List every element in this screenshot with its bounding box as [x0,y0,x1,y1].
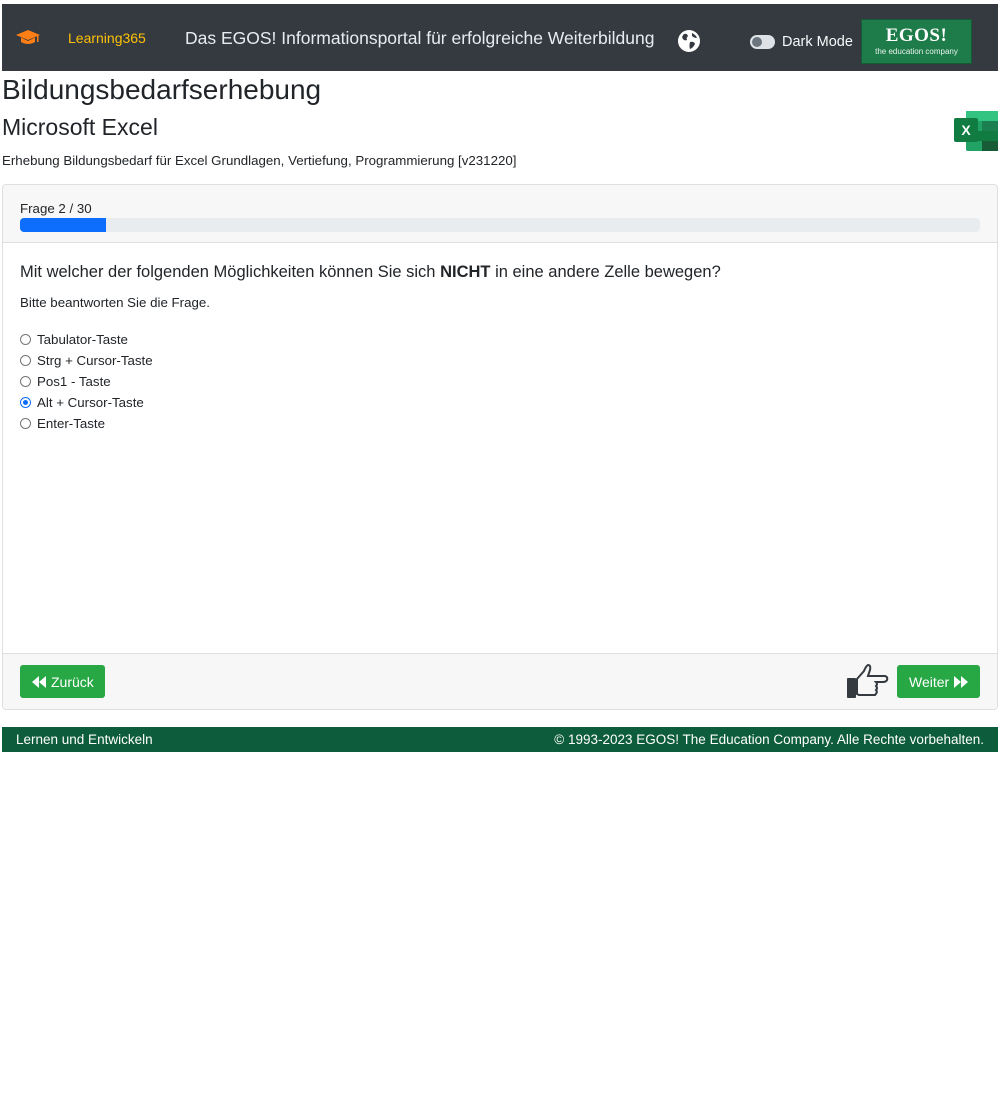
progress-track [20,218,980,232]
question-text-start: Mit welcher der folgenden Möglichkeiten … [20,263,441,281]
progress-bar [20,218,107,232]
card-header: Frage 2 / 30 [3,185,997,243]
toggle-knob [752,37,762,47]
answer-option[interactable]: Tabulator-Taste [20,329,153,350]
egos-logo[interactable]: EGOS! the education company [861,19,972,64]
graduation-cap-icon[interactable] [16,28,40,48]
question-text: Mit welcher der folgenden Möglichkeiten … [20,263,721,282]
answer-option[interactable]: Pos1 - Taste [20,371,153,392]
question-card: Frage 2 / 30 Mit welcher der folgenden M… [2,184,998,710]
globe-icon[interactable] [677,29,701,53]
svg-text:X: X [961,122,971,138]
logo-tagline: the education company [875,47,958,56]
page-title: Bildungsbedarfserhebung [2,74,322,105]
dark-mode-toggle[interactable] [750,35,775,49]
next-button[interactable]: Weiter [897,665,980,698]
page-footer: Lernen und Entwickeln © 1993-2023 EGOS! … [2,727,998,752]
answer-label[interactable]: Tabulator-Taste [37,332,128,347]
answer-options: Tabulator-Taste Strg + Cursor-Taste Pos1… [20,329,153,434]
radio-button[interactable] [20,418,31,429]
answer-label[interactable]: Pos1 - Taste [37,374,111,389]
question-counter: Frage 2 / 30 [20,201,92,216]
answer-option[interactable]: Enter-Taste [20,413,153,434]
answer-option[interactable]: Alt + Cursor-Taste [20,392,153,413]
top-navbar: Learning365 Das EGOS! Informationsportal… [2,4,998,71]
radio-button[interactable] [20,334,31,345]
radio-button[interactable] [20,355,31,366]
thumbs-up-pointing-icon [847,663,889,698]
footer-copyright: © 1993-2023 EGOS! The Education Company.… [554,732,984,747]
double-chevron-left-icon [32,675,46,688]
logo-main-text: EGOS! [885,25,948,46]
double-chevron-right-icon [954,675,969,688]
survey-description: Erhebung Bildungsbedarf für Excel Grundl… [2,153,517,168]
question-text-end: in eine andere Zelle bewegen? [490,263,721,281]
question-hint: Bitte beantworten Sie die Frage. [20,295,210,310]
answer-label[interactable]: Enter-Taste [37,416,105,431]
brand-link[interactable]: Learning365 [68,30,146,46]
dark-mode-label[interactable]: Dark Mode [782,34,853,50]
answer-label[interactable]: Alt + Cursor-Taste [37,395,144,410]
answer-label[interactable]: Strg + Cursor-Taste [37,353,153,368]
back-button-label: Zurück [51,673,94,690]
radio-button[interactable] [20,376,31,387]
radio-button[interactable] [20,397,31,408]
next-button-label: Weiter [909,673,950,690]
back-button[interactable]: Zurück [20,665,105,698]
excel-icon: X [954,111,998,151]
answer-option[interactable]: Strg + Cursor-Taste [20,350,153,371]
portal-title: Das EGOS! Informationsportal für erfolgr… [185,28,655,48]
card-footer: Zurück Weiter [3,653,997,709]
subject-title: Microsoft Excel [2,114,158,140]
question-emphasis: NICHT [440,263,491,281]
footer-slogan: Lernen und Entwickeln [16,732,153,747]
